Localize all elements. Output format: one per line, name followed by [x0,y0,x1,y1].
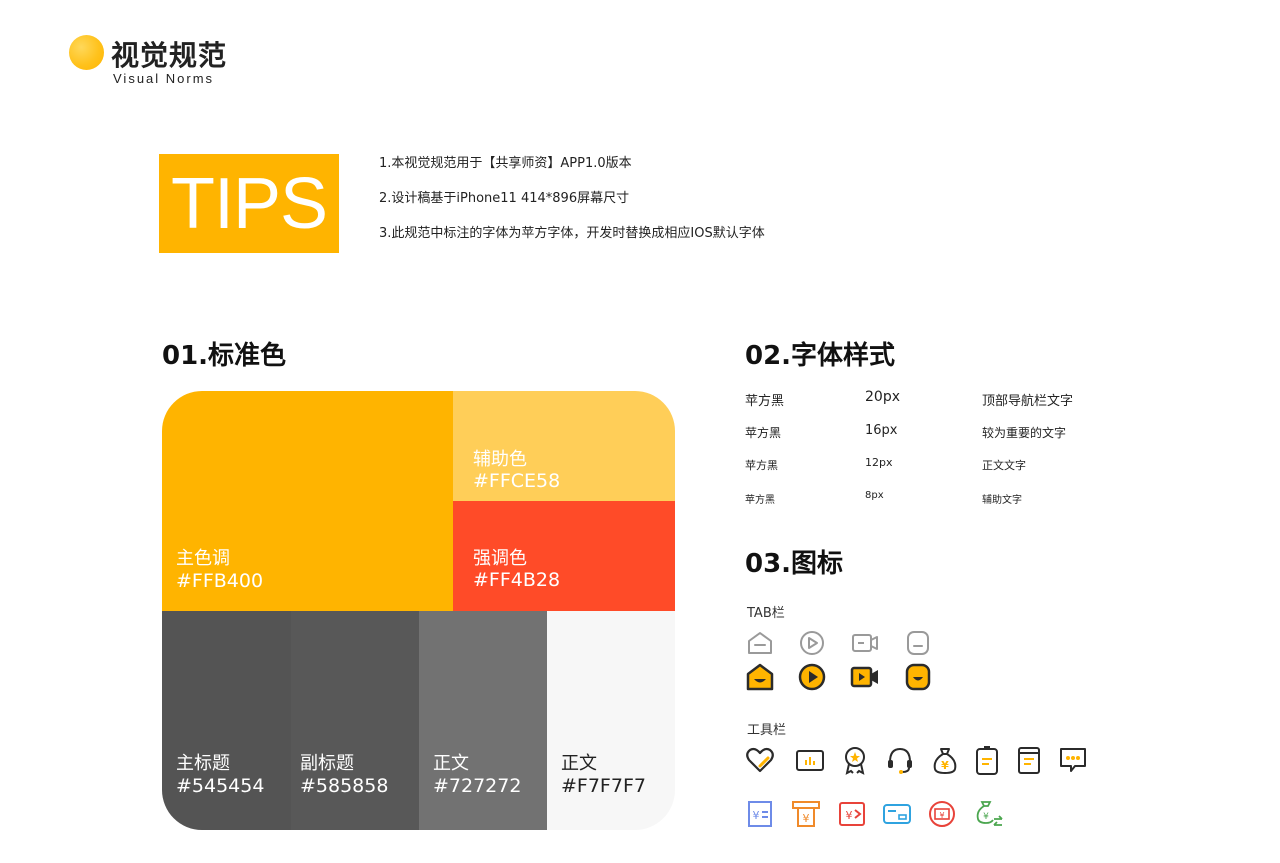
tip-line-1: 1.本视觉规范用于【共享师资】APP1.0版本 [379,156,632,171]
document-icon [1018,747,1040,774]
swatch-hex: #585858 [300,775,389,797]
swatch-name: 正文 [433,753,469,774]
coupon-icon: ¥ [929,801,955,827]
swatch-gray-1: 主标题 #545454 [162,611,291,830]
toolbar-label: 工具栏 [747,723,787,738]
font-usage-12: 正文文字 [982,459,1026,472]
card-icon [883,804,911,824]
swatch-primary: 主色调 #FFB400 [162,391,453,611]
font-size-12: 12px [865,456,893,469]
receipt-icon: ¥ [748,801,772,827]
medal-icon [845,747,865,775]
page-subtitle: Visual Norms [113,71,215,86]
svg-text:¥: ¥ [939,811,944,820]
font-usage-8: 辅助文字 [982,495,1022,506]
headset-icon [888,747,912,774]
swatch-name: 强调色 [473,548,527,569]
font-size-8: 8px [865,490,884,501]
svg-text:¥: ¥ [846,809,853,822]
battery-doc-icon [976,746,998,775]
swatch-name: 主色调 [176,548,230,569]
swatch-gray-2: 副标题 #585858 [291,611,419,830]
tip-line-2: 2.设计稿基于iPhone11 414*896屏幕尺寸 [379,191,630,206]
play-active-icon [798,663,826,691]
tips-badge: TIPS [159,154,339,253]
font-family-12: 苹方黑 [745,459,778,472]
svg-text:¥: ¥ [941,759,949,772]
swatch-hex: #727272 [433,775,522,797]
font-size-20: 20px [865,389,900,405]
swatch-hex: #FFB400 [176,570,264,592]
font-size-16: 16px [865,423,898,438]
chart-icon [796,750,824,771]
home-active-icon [746,663,774,691]
font-family-16: 苹方黑 [745,426,782,440]
profile-active-icon [905,663,931,691]
money-transfer-icon: ¥ [976,801,1003,826]
swatch-hex: #FF4B28 [473,569,561,591]
font-usage-16: 较为重要的文字 [982,426,1067,440]
home-icon [748,632,772,654]
section-title-colors: 01.标准色 [162,341,287,371]
svg-text:¥: ¥ [983,812,989,822]
play-icon [800,631,824,655]
swatch-gray-3: 正文 #727272 [419,611,547,830]
swatch-accent: 强调色 #FF4B28 [453,501,675,611]
video-icon [852,634,878,652]
exchange-icon: ¥ [839,802,865,826]
video-active-icon [850,666,878,688]
section-title-icons: 03.图标 [745,549,844,579]
heart-icon [746,747,774,773]
swatch-auxiliary: 辅助色 #FFCE58 [453,391,675,501]
font-family-20: 苹方黑 [745,394,785,409]
swatch-name: 正文 [561,753,597,774]
swatch-gray-4: 正文 #F7F7F7 [547,611,675,830]
tab-bar-label: TAB栏 [747,606,785,621]
chat-icon [1060,748,1086,772]
profile-icon [907,631,929,655]
swatch-name: 主标题 [176,753,230,774]
money-bag-icon: ¥ [933,748,957,775]
swatch-name: 辅助色 [473,449,527,470]
svg-text:¥: ¥ [753,809,760,822]
atm-withdraw-icon: ¥ [792,801,820,827]
logo-icon [69,35,104,70]
svg-text:¥: ¥ [803,812,810,825]
page-title: 视觉规范 [111,39,228,72]
swatch-hex: #545454 [176,775,265,797]
section-title-fonts: 02.字体样式 [745,341,896,371]
swatch-hex: #F7F7F7 [561,775,646,797]
tip-line-3: 3.此规范中标注的字体为苹方字体，开发时替换成相应IOS默认字体 [379,226,765,241]
font-family-8: 苹方黑 [745,495,775,506]
color-palette: 主色调 #FFB400 辅助色 #FFCE58 强调色 #FF4B28 主标题 … [162,391,675,830]
swatch-name: 副标题 [300,753,354,774]
swatch-hex: #FFCE58 [473,470,561,492]
font-usage-20: 顶部导航栏文字 [982,394,1074,409]
